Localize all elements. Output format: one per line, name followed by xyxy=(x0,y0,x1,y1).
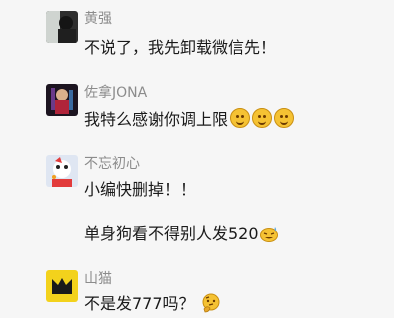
slightly-smiling-face-icon xyxy=(230,108,251,128)
comment-text: 单身狗看不得别人发520 xyxy=(84,224,259,243)
commenter-name[interactable]: 佐拿JONA xyxy=(84,82,147,102)
grinning-sweat-face-icon xyxy=(259,227,278,242)
avatar[interactable] xyxy=(46,270,78,302)
slightly-smiling-face-icon xyxy=(274,108,295,128)
avatar[interactable] xyxy=(46,155,78,187)
comment-text: 不是发777吗？ xyxy=(84,294,195,313)
commenter-name[interactable]: 山猫 xyxy=(84,268,112,288)
thinking-face-icon xyxy=(202,293,220,313)
avatar[interactable] xyxy=(46,11,78,43)
comment-text: 我特么感谢你调上限 xyxy=(84,110,229,129)
comment-text-row: 单身狗看不得别人发520 xyxy=(84,220,278,244)
avatar[interactable] xyxy=(46,84,78,116)
slightly-smiling-face-icon xyxy=(252,108,273,128)
comment-text-row: 不是发777吗？ xyxy=(84,290,221,314)
commenter-name[interactable]: 不忘初心 xyxy=(84,153,140,173)
comment-text-row: 我特么感谢你调上限 xyxy=(84,106,295,130)
commenter-name[interactable]: 黄强 xyxy=(84,8,112,28)
comment-text: 不说了，我先卸载微信先！ xyxy=(84,38,277,57)
comment-text: 小编快删掉！！ xyxy=(84,180,197,199)
